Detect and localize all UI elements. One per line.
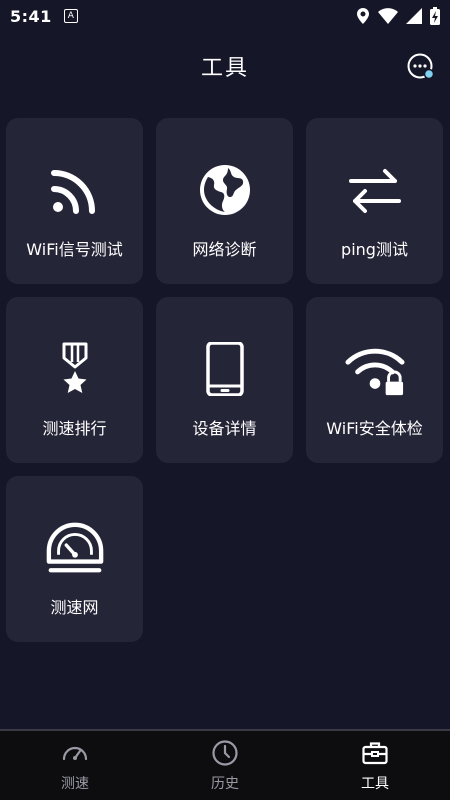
wifi-status-icon (378, 8, 398, 24)
tool-label: 设备详情 (192, 419, 257, 438)
signal-icon (406, 8, 422, 24)
nav-label: 工具 (361, 775, 389, 792)
tool-label: 网络诊断 (192, 240, 257, 259)
globe-icon (195, 160, 255, 220)
toolbox-icon (362, 741, 388, 764)
page-title: 工具 (200, 56, 249, 81)
notification-a-icon: A (63, 9, 78, 23)
speedometer-icon (45, 518, 105, 578)
swap-arrows-icon (345, 160, 405, 220)
tools-grid: WiFi信号测试 网络诊断 ping测试 测速排行 设备详情 WiFi安全体检 … (6, 118, 444, 642)
tool-label: 测速网 (50, 598, 99, 617)
battery-charging-icon (430, 7, 440, 25)
nav-label: 历史 (211, 775, 239, 792)
tool-label: WiFi安全体检 (326, 419, 423, 438)
tool-device-details[interactable]: 设备详情 (156, 297, 293, 463)
tool-wifi-security-check[interactable]: WiFi安全体检 (306, 297, 443, 463)
tool-label: ping测试 (341, 240, 408, 259)
tool-ping-test[interactable]: ping测试 (306, 118, 443, 284)
nav-item-history[interactable]: 历史 (150, 739, 300, 793)
wifi-lock-icon (344, 339, 405, 399)
status-icons (356, 7, 440, 25)
nav-label: 测速 (61, 775, 89, 792)
clock-icon (212, 739, 238, 766)
tool-wifi-signal-test[interactable]: WiFi信号测试 (6, 118, 143, 284)
more-options-icon[interactable] (406, 52, 434, 80)
status-time: 5:41 (10, 6, 52, 26)
tool-network-diagnosis[interactable]: 网络诊断 (156, 118, 293, 284)
header: 工具 (0, 40, 450, 92)
tool-label: WiFi信号测试 (26, 240, 123, 259)
phone-icon (195, 339, 255, 399)
gauge-icon (62, 746, 88, 760)
tool-label: 测速排行 (42, 419, 107, 438)
nav-item-tools[interactable]: 工具 (300, 739, 450, 793)
medal-icon (45, 339, 105, 399)
nav-item-speed-test[interactable]: 测速 (0, 739, 150, 793)
tool-speed-test-network[interactable]: 测速网 (6, 476, 143, 642)
location-icon (357, 8, 369, 24)
wifi-signal-icon (45, 160, 105, 220)
status-bar: 5:41 A (0, 0, 450, 32)
tool-speed-ranking[interactable]: 测速排行 (6, 297, 143, 463)
bottom-nav: 测速 历史 工具 (0, 729, 450, 800)
